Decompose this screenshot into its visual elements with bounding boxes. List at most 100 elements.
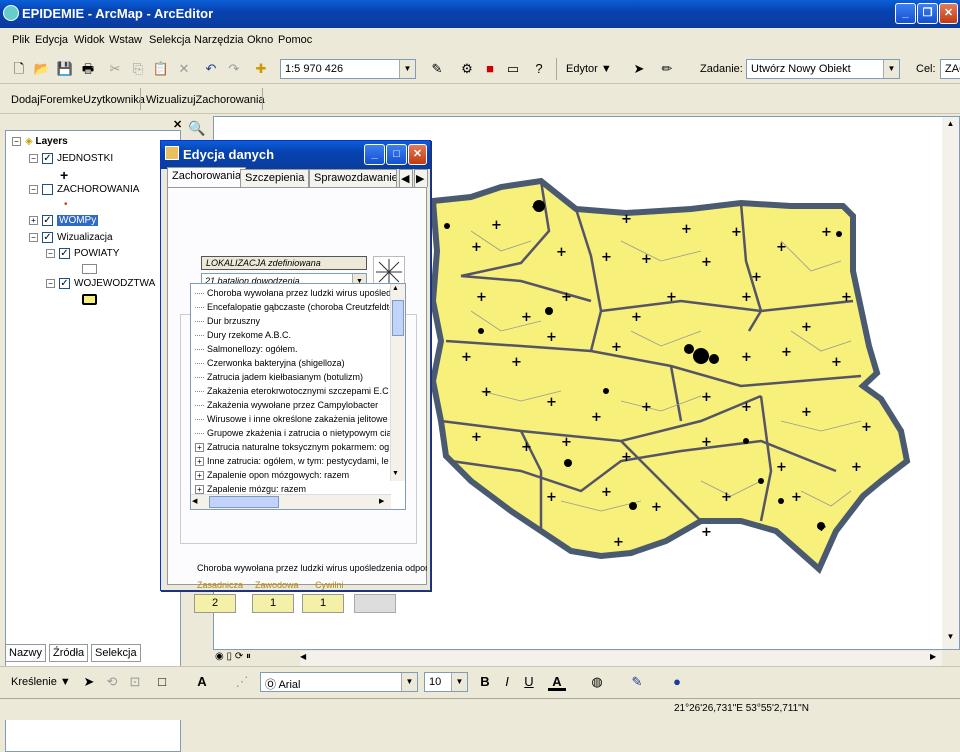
save-icon[interactable]: 💾 [56, 60, 74, 78]
chevron-down-icon[interactable]: ▼ [883, 60, 899, 78]
marker-color-icon[interactable]: ● [668, 673, 686, 691]
whats-this-icon[interactable]: ? [530, 60, 548, 78]
text-icon[interactable]: A [193, 673, 211, 691]
cut-icon[interactable]: ✂ [106, 60, 124, 78]
scroll-up-icon[interactable]: ▲ [943, 119, 958, 128]
layer-checkbox[interactable]: ✓ [42, 153, 53, 164]
tree-item[interactable]: Zatrucia jadem kiełbasianym (botulizm) [195, 372, 363, 382]
dodaj-foremke-button[interactable]: DodajForemkeUzytkownika [11, 94, 145, 106]
map-vertical-scrollbar[interactable]: ▲ ▼ [942, 117, 959, 649]
toc-layer-wojewodztwa[interactable]: − ✓ WOJEWODZTWA [46, 278, 155, 289]
expand-icon[interactable]: + [195, 471, 204, 481]
scroll-right-icon[interactable]: ▶ [930, 652, 936, 661]
scroll-left-icon[interactable]: ◀ [192, 497, 197, 505]
target-combo[interactable]: ZAC [940, 59, 960, 79]
tree-item[interactable]: + Zatrucia naturalne toksycznym pokarmem:… [195, 442, 389, 453]
tree-item[interactable]: Choroba wywołana przez ludzki wirus upoś… [195, 288, 396, 298]
layer-checkbox[interactable] [42, 184, 53, 195]
editor-menu-button[interactable]: Edytor ▼ [566, 63, 612, 75]
layer-checkbox[interactable]: ✓ [59, 278, 70, 289]
toolbox-icon[interactable]: ■ [481, 60, 499, 78]
tree-item[interactable]: Czerwonka bakteryjna (shigelloza) [195, 358, 345, 368]
toc-layer-wompy[interactable]: + ✓ WOMPy [29, 215, 99, 227]
menu-pomoc[interactable]: Pomoc [278, 34, 312, 46]
chevron-down-icon[interactable]: ▼ [401, 673, 417, 691]
scroll-right-icon[interactable]: ▶ [379, 497, 384, 505]
italic-icon[interactable]: I [498, 673, 516, 691]
tree-item[interactable]: Wirusowe i inne określone zakażenia jeli… [195, 414, 388, 424]
scroll-up-icon[interactable]: ▲ [392, 285, 399, 292]
tab-scroll-right-icon[interactable]: ▶ [414, 169, 428, 187]
toc-layer-jednostki[interactable]: − ✓ JEDNOSTKI [29, 153, 113, 164]
scroll-down-icon[interactable]: ▼ [392, 470, 399, 477]
tree-item[interactable]: Salmonellozy: ogółem. [195, 344, 298, 354]
toc-layer-zachorowania[interactable]: − ZACHOROWANIA [29, 184, 139, 195]
zoom-in-icon[interactable]: 🔍 [188, 120, 208, 140]
scroll-thumb[interactable] [392, 300, 404, 336]
menu-narzedzia[interactable]: Narzędzia [194, 34, 244, 46]
refresh-icon[interactable]: ⟳ [235, 651, 243, 662]
tree-item[interactable]: + Zapalenie opon mózgowych: razem [195, 470, 349, 481]
data-view-icon[interactable]: ◉ [215, 651, 224, 662]
tree-item[interactable]: Encefalopatie gąbczaste (choroba Creutzf… [195, 302, 392, 312]
tree-item[interactable]: + Zapalenie mózgu: razem [195, 484, 306, 495]
layer-checkbox[interactable]: ✓ [59, 248, 70, 259]
tab-nazwy[interactable]: Nazwy [5, 644, 47, 662]
tree-vertical-scrollbar[interactable]: ▲ ▼ [390, 284, 405, 481]
print-icon[interactable]: 🖶 [79, 60, 97, 78]
tree-item[interactable]: Grupowe zkażenia i zatrucia o nietypowym… [195, 428, 397, 438]
font-combo[interactable]: Ⓞ Arial ▼ [260, 672, 418, 692]
tab-zrodla[interactable]: Źródła [49, 644, 89, 662]
layout-view-icon[interactable]: ▯ [227, 651, 233, 662]
command-line-icon[interactable]: ▭ [504, 60, 522, 78]
menu-plik[interactable]: Plik [12, 34, 30, 46]
sketch-tool-icon[interactable]: ✏ [658, 60, 676, 78]
tab-zachorowania[interactable]: Zachorowania [167, 167, 247, 187]
tab-szczepienia[interactable]: Szczepienia [240, 169, 310, 187]
map-horizontal-scrollbar[interactable]: ◀ ▶ [300, 651, 942, 666]
menu-selekcja[interactable]: Selekcja [149, 34, 191, 46]
layer-checkbox[interactable]: ✓ [42, 232, 53, 243]
cywilni-input[interactable]: 1 [302, 594, 344, 613]
dialog-maximize-button[interactable]: □ [386, 144, 407, 165]
line-color-icon[interactable]: ✎ [628, 673, 646, 691]
menu-okno[interactable]: Okno [247, 34, 273, 46]
maximize-button[interactable]: ❐ [917, 3, 938, 24]
select-elements-icon[interactable]: ➤ [80, 673, 98, 691]
expand-icon[interactable]: + [195, 443, 204, 453]
scroll-down-icon[interactable]: ▼ [943, 632, 958, 641]
chevron-down-icon[interactable]: ▼ [451, 673, 467, 691]
layer-checkbox[interactable]: ✓ [42, 215, 53, 226]
zoom-to-selected-icon[interactable]: ⊡ [126, 673, 144, 691]
zawodowa-input[interactable]: 1 [252, 594, 294, 613]
undo-icon[interactable]: ↶ [202, 60, 220, 78]
toc-group-wizualizacja[interactable]: − ✓ Wizualizacja [29, 232, 113, 243]
tree-item[interactable]: Dur brzuszny [195, 316, 260, 326]
font-color-icon[interactable]: A [548, 673, 566, 691]
edit-pointer-icon[interactable]: ➤ [630, 60, 648, 78]
menu-edycja[interactable]: Edycja [35, 34, 68, 46]
delete-icon[interactable]: ✕ [175, 60, 193, 78]
paste-icon[interactable]: 📋 [152, 60, 170, 78]
minimize-button[interactable]: _ [895, 3, 916, 24]
task-combo[interactable]: Utwórz Nowy Obiekt ▼ [746, 59, 900, 79]
expand-icon[interactable]: + [195, 485, 204, 495]
dialog-minimize-button[interactable]: _ [364, 144, 385, 165]
zasadnicza-input[interactable]: 2 [194, 594, 236, 613]
toc-layer-powiaty[interactable]: − ✓ POWIATY [46, 248, 119, 259]
tree-item[interactable]: Zakażenia eterokrwotocznymi szczepami E.… [195, 386, 389, 396]
wizualizuj-button[interactable]: WizualizujZachorowania [146, 94, 265, 106]
tab-scroll-left-icon[interactable]: ◀ [399, 169, 413, 187]
editor-toolbar-icon[interactable]: ✎ [428, 60, 446, 78]
arctoolbox-icon[interactable]: ⚙ [458, 60, 476, 78]
chevron-down-icon[interactable]: ▼ [399, 60, 415, 78]
tree-item[interactable]: Zakażenia wywołane przez Campylobacter [195, 400, 378, 410]
tree-item[interactable]: + Inne zatrucia: ogółem, w tym: pestycyda… [195, 456, 389, 467]
tree-horizontal-scrollbar[interactable]: ◀ ▶ [191, 494, 391, 509]
disease-tree[interactable]: Choroba wywołana przez ludzki wirus upoś… [190, 283, 406, 510]
add-data-icon[interactable]: ✚ [252, 60, 270, 78]
drawing-menu-button[interactable]: Kreślenie ▼ [11, 676, 71, 688]
new-document-icon[interactable]: 🗋 [10, 60, 28, 78]
tab-sprawozdawanie[interactable]: Sprawozdawanie [309, 169, 397, 187]
copy-icon[interactable]: ⎘ [129, 60, 147, 78]
